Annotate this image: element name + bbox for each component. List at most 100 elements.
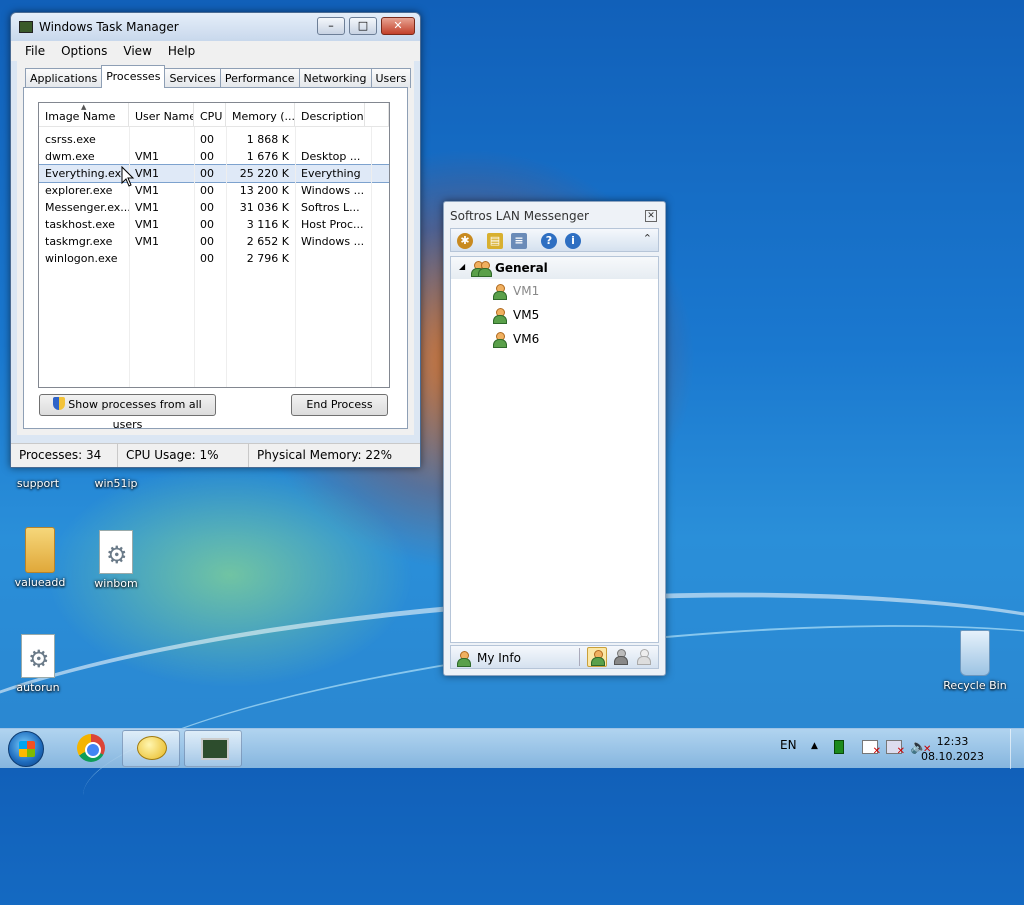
process-list[interactable]: ▲ Image Name User Name CPU Memory (... D…: [38, 102, 390, 388]
process-memory: 2 796 K: [246, 252, 289, 265]
show-all-processes-button[interactable]: Show processes from all users: [39, 394, 216, 431]
tab-users[interactable]: Users: [370, 68, 412, 88]
desktop-icon-valueadd[interactable]: valueadd: [2, 527, 78, 589]
minimize-button[interactable]: –: [317, 17, 345, 35]
desktop-icon-label: valueadd: [14, 576, 66, 589]
mouse-cursor-icon: [121, 166, 135, 187]
desktop-icon-label: win51ip: [94, 477, 138, 490]
contact-vm6[interactable]: VM6: [451, 327, 658, 351]
gear-file-icon: [99, 530, 133, 574]
process-name: taskmgr.exe: [45, 235, 113, 248]
process-cpu: 00: [200, 235, 214, 248]
gear-file-icon: [21, 634, 55, 678]
help-icon[interactable]: ?: [541, 233, 557, 249]
process-user: VM1: [135, 184, 160, 197]
desktop-icon-label: autorun: [16, 681, 60, 694]
tab-applications[interactable]: Applications: [25, 68, 103, 88]
clock-time: 12:33: [936, 735, 969, 748]
desktop-icon-label: winbom: [94, 577, 138, 590]
table-row[interactable]: taskhost.exe VM1 00 3 116 K Host Proc...: [39, 216, 389, 233]
user-online-icon: [493, 308, 507, 324]
menu-help[interactable]: Help: [160, 41, 203, 61]
collapse-triangle-icon[interactable]: ◢: [459, 262, 465, 271]
column-description[interactable]: Description: [295, 103, 365, 126]
action-center-icon[interactable]: ✕: [862, 740, 881, 757]
desktop-icon-label: support: [16, 477, 60, 490]
process-memory: 25 220 K: [239, 167, 289, 180]
show-hidden-icons-button[interactable]: ▲: [811, 741, 818, 751]
taskbar-chrome[interactable]: [60, 730, 118, 767]
status-away-button[interactable]: [611, 647, 631, 667]
contact-vm5[interactable]: VM5: [451, 303, 658, 327]
desktop-icon-recycle-bin[interactable]: Recycle Bin: [937, 630, 1013, 692]
status-online-button[interactable]: [587, 647, 607, 667]
desktop-icon-label: Recycle Bin: [943, 679, 1007, 692]
maximize-button[interactable]: □: [349, 17, 377, 35]
network-icon[interactable]: ✕: [886, 740, 905, 757]
process-memory: 31 036 K: [239, 201, 289, 214]
process-cpu: 00: [200, 201, 214, 214]
language-indicator[interactable]: EN: [780, 738, 797, 752]
tab-processes[interactable]: Processes: [101, 65, 166, 88]
process-memory: 1 676 K: [246, 150, 289, 163]
settings-icon[interactable]: ✱: [457, 233, 473, 249]
clock-date: 08.10.2023: [921, 750, 984, 763]
start-button[interactable]: [8, 731, 44, 767]
column-user-name[interactable]: User Name: [129, 103, 194, 126]
desktop-icon-winbom[interactable]: winbom: [78, 530, 154, 590]
title-bar[interactable]: Windows Task Manager – □ ✕: [11, 13, 420, 41]
menu-options[interactable]: Options: [53, 41, 115, 61]
my-info-button[interactable]: My Info: [477, 651, 521, 665]
clock[interactable]: 12:33 08.10.2023: [921, 734, 984, 764]
menu-file[interactable]: File: [17, 41, 53, 61]
close-button[interactable]: ✕: [645, 210, 657, 222]
process-description: Windows ...: [301, 235, 365, 248]
column-divider: [194, 127, 195, 387]
process-name: csrss.exe: [45, 133, 96, 146]
table-row[interactable]: dwm.exe VM1 00 1 676 K Desktop ...: [39, 148, 389, 165]
history-icon[interactable]: ≡: [511, 233, 527, 249]
column-memory[interactable]: Memory (...: [226, 103, 295, 126]
user-online-icon: [591, 650, 605, 666]
tab-networking[interactable]: Networking: [298, 68, 372, 88]
tray-app-icon[interactable]: [834, 740, 844, 754]
show-all-processes-label: Show processes from all users: [68, 398, 202, 431]
window-title: Windows Task Manager: [39, 20, 179, 34]
process-rows: csrss.exe 00 1 868 K dwm.exe VM1 00 1 676 K Des…: [39, 131, 389, 267]
open-folder-icon[interactable]: ▤: [487, 233, 503, 249]
group-general[interactable]: ◢ General: [451, 257, 658, 279]
info-icon[interactable]: i: [565, 233, 581, 249]
processes-panel: ▲ Image Name User Name CPU Memory (... D…: [23, 87, 408, 431]
task-manager-icon: [19, 21, 33, 33]
status-physical-memory: Physical Memory: 22%: [257, 448, 393, 462]
desktop-icon-autorun[interactable]: autorun: [0, 634, 76, 694]
status-offline-button[interactable]: [634, 647, 654, 667]
chevron-up-icon[interactable]: ⌃: [643, 232, 652, 245]
table-row[interactable]: Everything.exe VM1 00 25 220 K Everything: [39, 164, 389, 183]
user-online-icon: [493, 332, 507, 348]
close-button[interactable]: ✕: [381, 17, 415, 35]
contact-vm1[interactable]: VM1: [451, 279, 658, 303]
process-description: [295, 131, 365, 148]
table-row[interactable]: csrss.exe 00 1 868 K: [39, 131, 389, 148]
user-offline-icon: [637, 649, 651, 665]
taskbar-task-manager[interactable]: [184, 730, 242, 767]
tab-performance[interactable]: Performance: [219, 68, 300, 88]
table-row[interactable]: winlogon.exe 00 2 796 K: [39, 250, 389, 267]
title-bar[interactable]: Softros LAN Messenger ✕: [444, 202, 665, 228]
tab-services[interactable]: Services: [164, 68, 221, 88]
column-cpu[interactable]: CPU: [194, 103, 226, 126]
menu-view[interactable]: View: [115, 41, 159, 61]
process-user: VM1: [135, 201, 160, 214]
table-row[interactable]: explorer.exe VM1 00 13 200 K Windows ...: [39, 182, 389, 199]
show-desktop-button[interactable]: [1010, 729, 1024, 769]
table-row[interactable]: taskmgr.exe VM1 00 2 652 K Windows ...: [39, 233, 389, 250]
recycle-bin-icon: [960, 630, 990, 676]
table-row[interactable]: Messenger.ex... VM1 00 31 036 K Softros L...: [39, 199, 389, 216]
process-user: VM1: [135, 218, 160, 231]
taskbar-messenger[interactable]: [122, 730, 180, 767]
group-icon: [478, 261, 492, 277]
end-process-button[interactable]: End Process: [291, 394, 388, 416]
process-user: [129, 131, 194, 148]
contact-tree: ◢ General VM1 VM5 VM6: [450, 256, 659, 643]
